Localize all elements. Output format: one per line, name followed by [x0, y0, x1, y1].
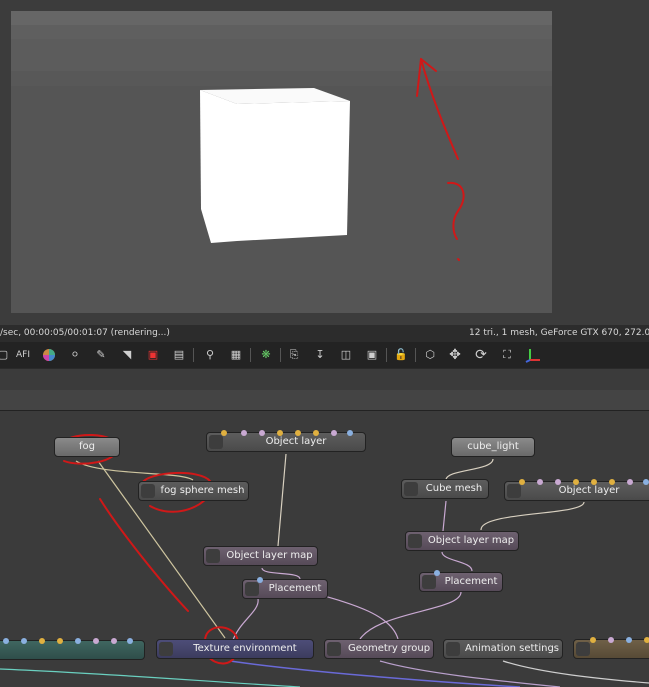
cube-icon[interactable]: ⬡ [421, 346, 439, 364]
spinner-icon[interactable]: ❋ [257, 346, 275, 364]
render-target-icon [576, 642, 590, 656]
afi-icon[interactable]: AFI [14, 346, 32, 364]
node-fog[interactable]: fog [54, 437, 120, 457]
link-placement2 [359, 591, 462, 640]
rendered-cube-side [237, 101, 350, 241]
layer-icon [209, 435, 223, 449]
panel-divider [0, 368, 649, 391]
toolbar-separator [415, 348, 416, 362]
map-icon [408, 534, 422, 548]
node-placement-1[interactable]: Placement [242, 577, 328, 599]
placement-icon [245, 582, 259, 596]
link-objlayer2 [480, 501, 585, 531]
rendered-cube-front [200, 90, 237, 243]
film-icon[interactable]: ▤ [170, 346, 188, 364]
move-icon[interactable]: ✥ [446, 346, 464, 364]
annotation-arrow [416, 58, 465, 261]
refresh-shader-icon[interactable]: ⚪ [66, 346, 84, 364]
map-icon [206, 549, 220, 563]
placement-icon [422, 575, 436, 589]
checker-icon[interactable]: ▦ [227, 346, 245, 364]
node-geometry-group[interactable]: Geometry group [324, 639, 434, 659]
toolbar-separator [250, 348, 251, 362]
render-status-text: /sec, 00:00:05/00:01:07 (rendering...) [0, 328, 170, 338]
node-texture-environment[interactable]: Texture environment [156, 639, 314, 659]
lock-icon[interactable]: 🔓 [392, 346, 410, 364]
layer-icon [507, 484, 521, 498]
node-object-layer-1[interactable]: Object layer [206, 430, 366, 452]
node-object-layer-2[interactable]: Object layer [504, 479, 649, 501]
crop-icon[interactable]: ▣ [144, 346, 162, 364]
node-object-layer-map-1[interactable]: Object layer map [203, 546, 318, 566]
node-graph-editor[interactable]: fog fog sphere mesh Object layer Object … [0, 411, 649, 687]
mesh-icon [141, 484, 155, 498]
frame-icon[interactable]: ▢ [0, 346, 12, 364]
status-bar: /sec, 00:00:05/00:01:07 (rendering...) 1… [0, 325, 649, 342]
axis-icon[interactable] [524, 346, 542, 364]
link-cubemesh [442, 500, 447, 532]
rotate-icon[interactable]: ⟳ [472, 346, 490, 364]
pen-icon[interactable]: ✎ [92, 346, 110, 364]
mesh-icon [404, 482, 418, 496]
node-cube-mesh[interactable]: Cube mesh [401, 479, 489, 499]
toolbar-separator [193, 348, 194, 362]
export-icon[interactable]: ◫ [337, 346, 355, 364]
render-area [0, 0, 649, 325]
link-cubelight [445, 458, 494, 481]
node-teal-output[interactable] [0, 638, 145, 660]
render-viewport[interactable] [11, 11, 552, 313]
download-icon[interactable]: ↧ [311, 346, 329, 364]
node-animation-settings[interactable]: Animation settings [443, 639, 563, 659]
link-output-blue [229, 660, 521, 687]
node-cube-light[interactable]: cube_light [451, 437, 535, 457]
scene-stats-text: 12 tri., 1 mesh, GeForce GTX 670, 272.0/… [469, 328, 649, 338]
toolbar-separator [386, 348, 387, 362]
link-objlayer1 [277, 453, 287, 547]
link-output-teal [0, 668, 301, 687]
node-render-target[interactable] [573, 637, 649, 659]
magnifier-icon[interactable]: ⚲ [201, 346, 219, 364]
node-fog-sphere-mesh[interactable]: fog sphere mesh [138, 481, 249, 501]
clock-icon [446, 642, 460, 656]
node-placement-2[interactable]: Placement [419, 570, 503, 592]
clipboard-icon[interactable]: ⎘ [285, 346, 303, 364]
expand-icon[interactable]: ⛶ [498, 346, 516, 364]
geometry-icon [327, 642, 341, 656]
link-objmap1 [261, 567, 301, 580]
image-icon[interactable]: ▣ [363, 346, 381, 364]
graph-editor-header [0, 390, 649, 411]
link-placement1 [232, 598, 259, 641]
annotation-line [99, 498, 189, 612]
render-toolbar: ▢ AFI ⚪ ✎ ◥ ▣ ▤ ⚲ ▦ ❋ ⎘ ↧ ◫ ▣ 🔓 ⬡ ✥ ⟳ ⛶ [0, 342, 649, 368]
link-output-gray [502, 660, 649, 684]
link-objmap2 [441, 551, 473, 572]
texture-icon [159, 642, 173, 656]
render-region-icon[interactable]: ◥ [118, 346, 136, 364]
node-object-layer-map-2[interactable]: Object layer map [405, 531, 519, 551]
toolbar-separator [280, 348, 281, 362]
color-wheel-icon[interactable] [40, 346, 58, 364]
